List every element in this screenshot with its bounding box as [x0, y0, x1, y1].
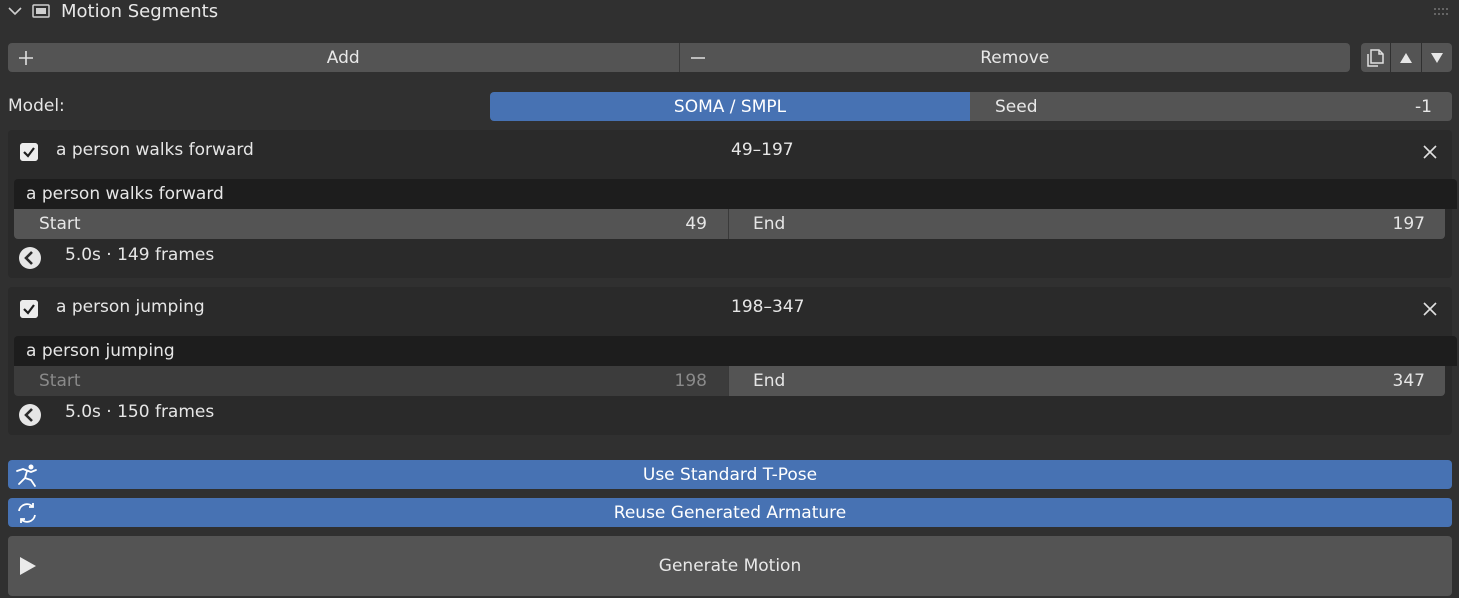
duration-icon — [19, 404, 41, 426]
reuse-armature-button[interactable]: Reuse Generated Armature — [8, 498, 1452, 527]
end-value: 347 — [1392, 371, 1425, 391]
close-icon[interactable] — [1422, 144, 1438, 160]
end-field[interactable]: End 347 — [729, 366, 1445, 396]
use-standard-tpose-button[interactable]: Use Standard T-Pose — [8, 460, 1452, 489]
start-label: Start — [39, 214, 81, 234]
duration-text: 5.0s · 150 frames — [65, 402, 215, 422]
frame-range-row: Start 49 End 197 — [14, 209, 1445, 239]
end-label: End — [753, 214, 786, 234]
duration-icon — [19, 247, 41, 269]
move-down-button[interactable] — [1422, 43, 1452, 72]
segment-title: a person jumping — [56, 297, 205, 317]
start-field[interactable]: Start 49 — [14, 209, 729, 239]
refresh-icon — [18, 503, 36, 523]
generate-motion-button[interactable]: Generate Motion — [8, 536, 1452, 596]
duplicate-icon — [1366, 48, 1384, 67]
seed-value: -1 — [1415, 96, 1432, 117]
end-label: End — [753, 371, 786, 391]
segment-panel: a person jumping 198–347 a person jumpin… — [8, 287, 1457, 435]
checkbox-icon[interactable] — [20, 300, 38, 318]
add-button[interactable]: Add — [8, 43, 680, 72]
remove-label: Remove — [980, 47, 1050, 68]
segment-title: a person walks forward — [56, 140, 254, 160]
start-label: Start — [39, 371, 81, 391]
generate-label: Generate Motion — [658, 556, 802, 576]
add-remove-bar: Add Remove — [8, 43, 1350, 72]
prompt-input[interactable]: a person jumping — [14, 336, 1457, 366]
triangle-up-icon — [1400, 52, 1412, 63]
minus-icon — [690, 56, 705, 59]
plus-icon — [19, 50, 33, 65]
start-field: Start 198 — [14, 366, 729, 396]
frame-range-row: Start 198 End 347 — [14, 366, 1445, 396]
seed-field[interactable]: Seed -1 — [970, 92, 1452, 121]
add-label: Add — [326, 47, 360, 68]
end-field[interactable]: End 197 — [729, 209, 1445, 239]
checkbox-icon[interactable] — [20, 143, 38, 161]
tpose-label: Use Standard T-Pose — [642, 464, 818, 485]
tpose-icon — [16, 464, 37, 487]
start-value: 198 — [674, 371, 707, 391]
close-icon[interactable] — [1422, 301, 1438, 317]
start-value: 49 — [685, 214, 707, 234]
segment-range: 198–347 — [731, 297, 805, 317]
model-label: Model: — [8, 96, 65, 116]
panel-icon — [32, 4, 50, 18]
move-up-button[interactable] — [1391, 43, 1421, 72]
duplicate-button[interactable] — [1361, 43, 1390, 72]
play-icon — [20, 557, 36, 575]
end-value: 197 — [1392, 214, 1425, 234]
chevron-down-icon[interactable] — [8, 4, 22, 18]
duration-text: 5.0s · 149 frames — [65, 245, 215, 265]
reuse-label: Reuse Generated Armature — [613, 502, 847, 523]
drag-handle-icon[interactable] — [1433, 7, 1451, 17]
model-select[interactable]: SOMA / SMPL — [490, 92, 970, 121]
segment-panel: a person walks forward 49–197 a person w… — [8, 130, 1457, 278]
remove-button[interactable]: Remove — [680, 43, 1351, 72]
segment-range: 49–197 — [731, 140, 794, 160]
prompt-input[interactable]: a person walks forward — [14, 179, 1457, 209]
panel-title: Motion Segments — [61, 1, 219, 22]
triangle-down-icon — [1431, 52, 1443, 63]
seed-label: Seed — [995, 96, 1038, 117]
